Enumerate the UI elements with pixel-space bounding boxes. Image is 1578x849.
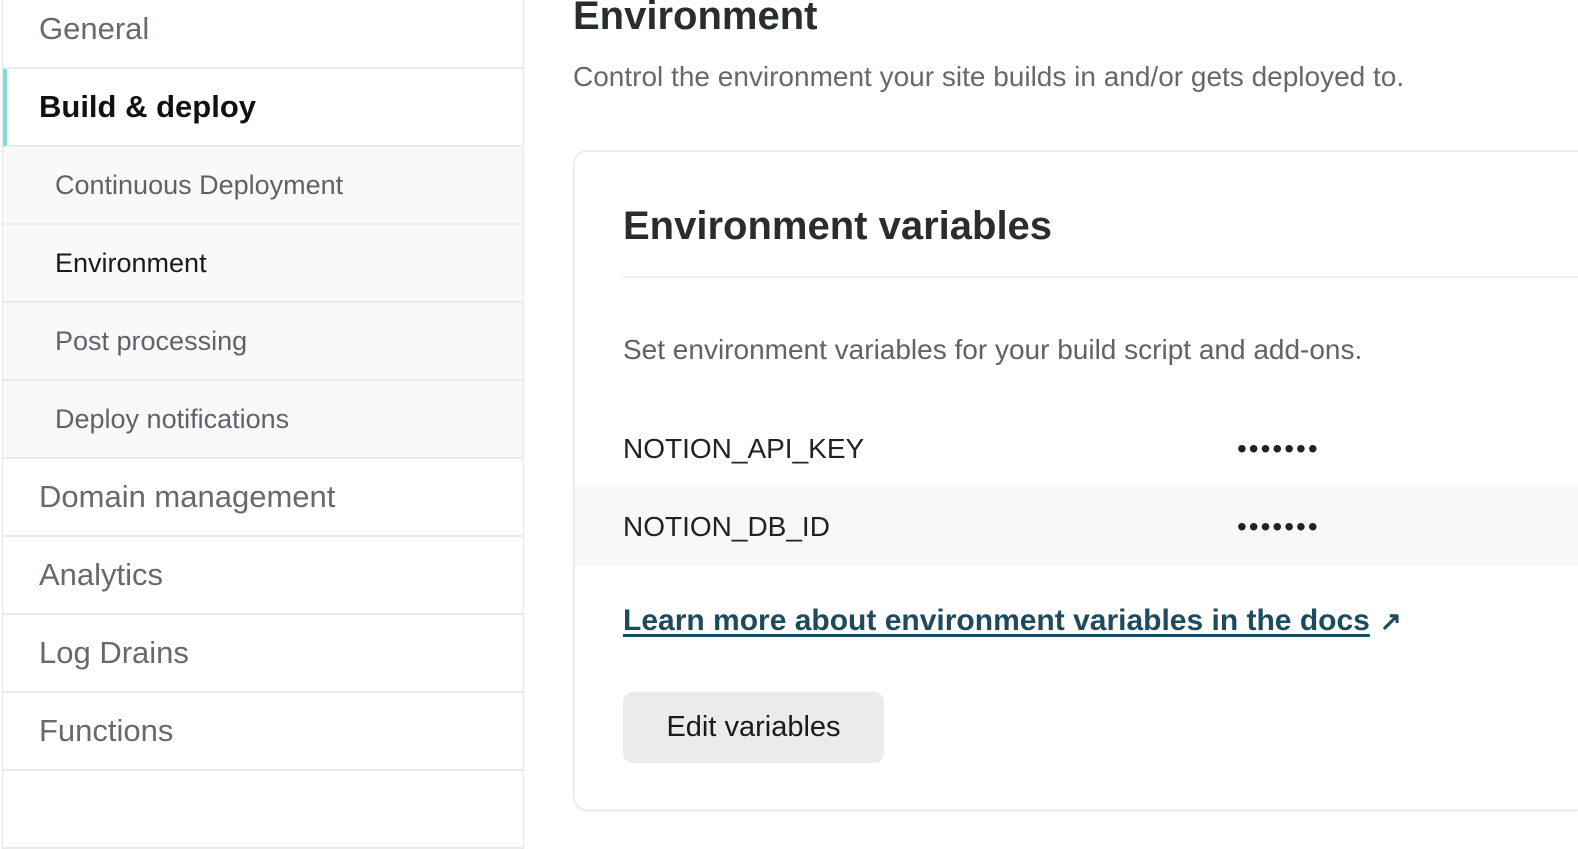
sidebar-item-functions[interactable]: Functions	[3, 693, 523, 771]
sidebar-subitem-environment[interactable]: Environment	[3, 225, 523, 303]
card-title: Environment variables	[623, 204, 1053, 248]
settings-sidebar: General Build & deploy Continuous Deploy…	[2, 0, 524, 849]
sidebar-item-domain-management[interactable]: Domain management	[3, 459, 523, 537]
card-divider	[623, 276, 1578, 278]
variable-key: NOTION_DB_ID	[623, 510, 830, 542]
sidebar-subitem-deploy-notifications[interactable]: Deploy notifications	[3, 381, 523, 459]
sidebar-subitem-continuous-deployment[interactable]: Continuous Deployment	[3, 147, 523, 225]
card-description: Set environment variables for your build…	[623, 334, 1363, 365]
sidebar-item-analytics[interactable]: Analytics	[3, 537, 523, 615]
page-subtitle: Control the environment your site builds…	[573, 61, 1405, 92]
edit-variables-button[interactable]: Edit variables	[623, 692, 884, 763]
docs-link[interactable]: Learn more about environment variables i…	[623, 604, 1402, 638]
external-arrow-icon: ↗	[1379, 606, 1402, 636]
docs-link-text[interactable]: Learn more about environment variables i…	[623, 604, 1370, 637]
page-title: Environment	[573, 0, 818, 38]
variable-key: NOTION_API_KEY	[623, 432, 865, 464]
sidebar-item-next[interactable]	[3, 771, 523, 849]
sidebar-item-log-drains[interactable]: Log Drains	[3, 615, 523, 693]
sidebar-item-general[interactable]: General	[3, 0, 523, 69]
environment-variables-card: Environment variables Set environment va…	[573, 150, 1578, 811]
variable-row: NOTION_DB_ID •••••••	[575, 487, 1578, 566]
sidebar-subitem-post-processing[interactable]: Post processing	[3, 303, 523, 381]
sidebar-item-build-deploy[interactable]: Build & deploy	[3, 69, 523, 147]
variable-value-masked: •••••••	[1237, 510, 1320, 542]
variable-row: NOTION_API_KEY •••••••	[575, 409, 1578, 488]
variable-value-masked: •••••••	[1237, 432, 1320, 464]
